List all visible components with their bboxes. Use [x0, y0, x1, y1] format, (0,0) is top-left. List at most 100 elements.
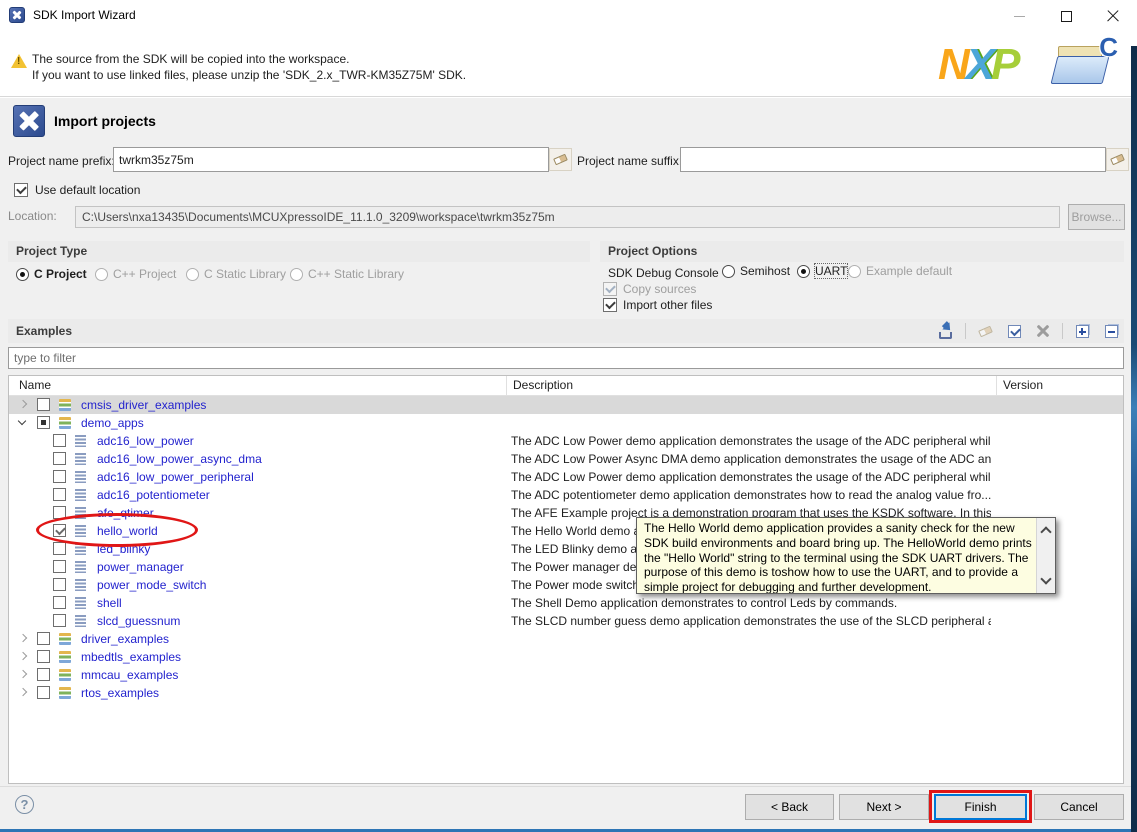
minimize-button[interactable]	[1002, 4, 1036, 28]
row-checkbox[interactable]	[37, 632, 50, 645]
radio-c-static-library[interactable]: C Static Library	[186, 267, 286, 281]
filter-input[interactable]	[8, 347, 1124, 369]
example-description: The Shell Demo application demonstrates …	[511, 596, 991, 610]
row-checkbox[interactable]	[53, 434, 66, 447]
row-checkbox[interactable]	[37, 398, 50, 411]
back-button[interactable]: < Back	[745, 794, 834, 820]
row-checkbox[interactable]	[37, 686, 50, 699]
table-row[interactable]: mmcau_examples	[9, 666, 1123, 684]
column-divider[interactable]	[996, 376, 997, 396]
radio-example-default[interactable]: Example default	[848, 264, 952, 278]
example-name[interactable]: led_blinky	[97, 542, 150, 556]
table-row[interactable]: adc16_low_power_peripheralThe ADC Low Po…	[9, 468, 1123, 486]
example-name[interactable]: cmsis_driver_examples	[81, 398, 206, 412]
nxp-logo-n: N	[938, 40, 966, 89]
radio-cpp-project[interactable]: C++ Project	[95, 267, 176, 281]
collapse-all-icon[interactable]	[1101, 322, 1121, 340]
example-name[interactable]: mmcau_examples	[81, 668, 178, 682]
browse-button[interactable]: Browse...	[1068, 204, 1125, 230]
table-row[interactable]: rtos_examples	[9, 684, 1123, 702]
example-name[interactable]: adc16_low_power_peripheral	[97, 470, 254, 484]
c-project-folder-icon: C	[1052, 36, 1118, 92]
example-name[interactable]: demo_apps	[81, 416, 144, 430]
row-checkbox[interactable]	[37, 668, 50, 681]
scroll-down-icon[interactable]	[1040, 573, 1051, 584]
next-button[interactable]: Next >	[839, 794, 929, 820]
category-icon	[59, 669, 71, 681]
warning-text-line2: If you want to use linked files, please …	[32, 68, 466, 82]
expand-arrow-icon[interactable]	[19, 670, 27, 678]
radio-semihost[interactable]: Semihost	[722, 264, 790, 278]
expand-arrow-icon[interactable]	[19, 634, 27, 642]
example-name[interactable]: power_mode_switch	[97, 578, 206, 592]
row-checkbox[interactable]	[53, 470, 66, 483]
example-name[interactable]: rtos_examples	[81, 686, 159, 700]
expand-arrow-icon[interactable]	[19, 652, 27, 660]
table-row[interactable]: slcd_guessnumThe SLCD number guess demo …	[9, 612, 1123, 630]
eraser-icon	[553, 154, 568, 166]
row-checkbox[interactable]	[53, 452, 66, 465]
radio-c-project[interactable]: C Project	[16, 267, 87, 281]
import-other-files-checkbox[interactable]	[603, 298, 617, 312]
column-header-version[interactable]: Version	[1003, 378, 1043, 392]
table-row[interactable]: demo_apps	[9, 414, 1123, 432]
row-checkbox[interactable]	[53, 614, 66, 627]
prefix-input[interactable]	[113, 147, 549, 172]
example-name[interactable]: driver_examples	[81, 632, 169, 646]
example-name[interactable]: adc16_low_power_async_dma	[97, 452, 262, 466]
help-button[interactable]: ?	[15, 795, 34, 814]
collapse-arrow-icon[interactable]	[18, 417, 26, 425]
row-checkbox[interactable]	[53, 524, 66, 537]
example-name[interactable]: shell	[97, 596, 122, 610]
example-name[interactable]: power_manager	[97, 560, 184, 574]
finish-button[interactable]: Finish	[934, 794, 1027, 820]
select-all-icon[interactable]	[1004, 322, 1024, 340]
clear-suffix-button[interactable]	[1106, 148, 1129, 171]
clear-prefix-button[interactable]	[549, 148, 572, 171]
clear-filter-icon[interactable]	[975, 322, 995, 340]
table-row[interactable]: shell The Shell Demo application demonstr…	[9, 594, 1123, 612]
row-checkbox[interactable]	[53, 506, 66, 519]
example-name[interactable]: afe_qtimer	[97, 506, 154, 520]
row-checkbox[interactable]	[53, 488, 66, 501]
suffix-input[interactable]	[680, 147, 1106, 172]
import-example-icon[interactable]	[936, 322, 956, 340]
table-row[interactable]: driver_examples	[9, 630, 1123, 648]
expand-arrow-icon[interactable]	[19, 400, 27, 408]
example-name[interactable]: adc16_potentiometer	[97, 488, 210, 502]
table-row[interactable]: cmsis_driver_examples	[9, 396, 1123, 414]
row-checkbox[interactable]	[53, 542, 66, 555]
example-name[interactable]: adc16_low_power	[97, 434, 194, 448]
mcuxpresso-app-icon	[9, 7, 25, 23]
row-checkbox[interactable]	[53, 578, 66, 591]
window-title: SDK Import Wizard	[33, 8, 136, 22]
column-header-name[interactable]: Name	[19, 378, 51, 392]
deselect-all-icon[interactable]	[1033, 322, 1053, 340]
table-row[interactable]: mbedtls_examples	[9, 648, 1123, 666]
column-divider[interactable]	[506, 376, 507, 396]
cancel-button[interactable]: Cancel	[1034, 794, 1124, 820]
radio-cpp-static-library[interactable]: C++ Static Library	[290, 267, 404, 281]
expand-arrow-icon[interactable]	[19, 688, 27, 696]
example-name[interactable]: mbedtls_examples	[81, 650, 181, 664]
column-header-description[interactable]: Description	[513, 378, 573, 392]
table-row[interactable]: adc16_low_power_async_dmaThe ADC Low Pow…	[9, 450, 1123, 468]
table-row[interactable]: adc16_low_powerThe ADC Low Power demo ap…	[9, 432, 1123, 450]
expand-all-icon[interactable]	[1072, 322, 1092, 340]
maximize-button[interactable]	[1049, 4, 1083, 28]
row-checkbox[interactable]	[53, 560, 66, 573]
suffix-label: Project name suffix:	[577, 154, 682, 168]
table-row[interactable]: adc16_potentiometerThe ADC potentiometer…	[9, 486, 1123, 504]
row-checkbox[interactable]	[37, 650, 50, 663]
tooltip-scrollbar[interactable]	[1036, 518, 1055, 593]
project-type-header: Project Type	[8, 241, 590, 262]
example-name[interactable]: hello_world	[97, 524, 158, 538]
radio-uart[interactable]: UART	[797, 264, 847, 278]
row-checkbox[interactable]	[53, 596, 66, 609]
use-default-location-checkbox[interactable]	[14, 183, 28, 197]
example-name[interactable]: slcd_guessnum	[97, 614, 180, 628]
close-button[interactable]	[1096, 4, 1130, 28]
category-icon	[59, 633, 71, 645]
row-checkbox[interactable]	[37, 416, 50, 429]
scroll-up-icon[interactable]	[1040, 526, 1051, 537]
